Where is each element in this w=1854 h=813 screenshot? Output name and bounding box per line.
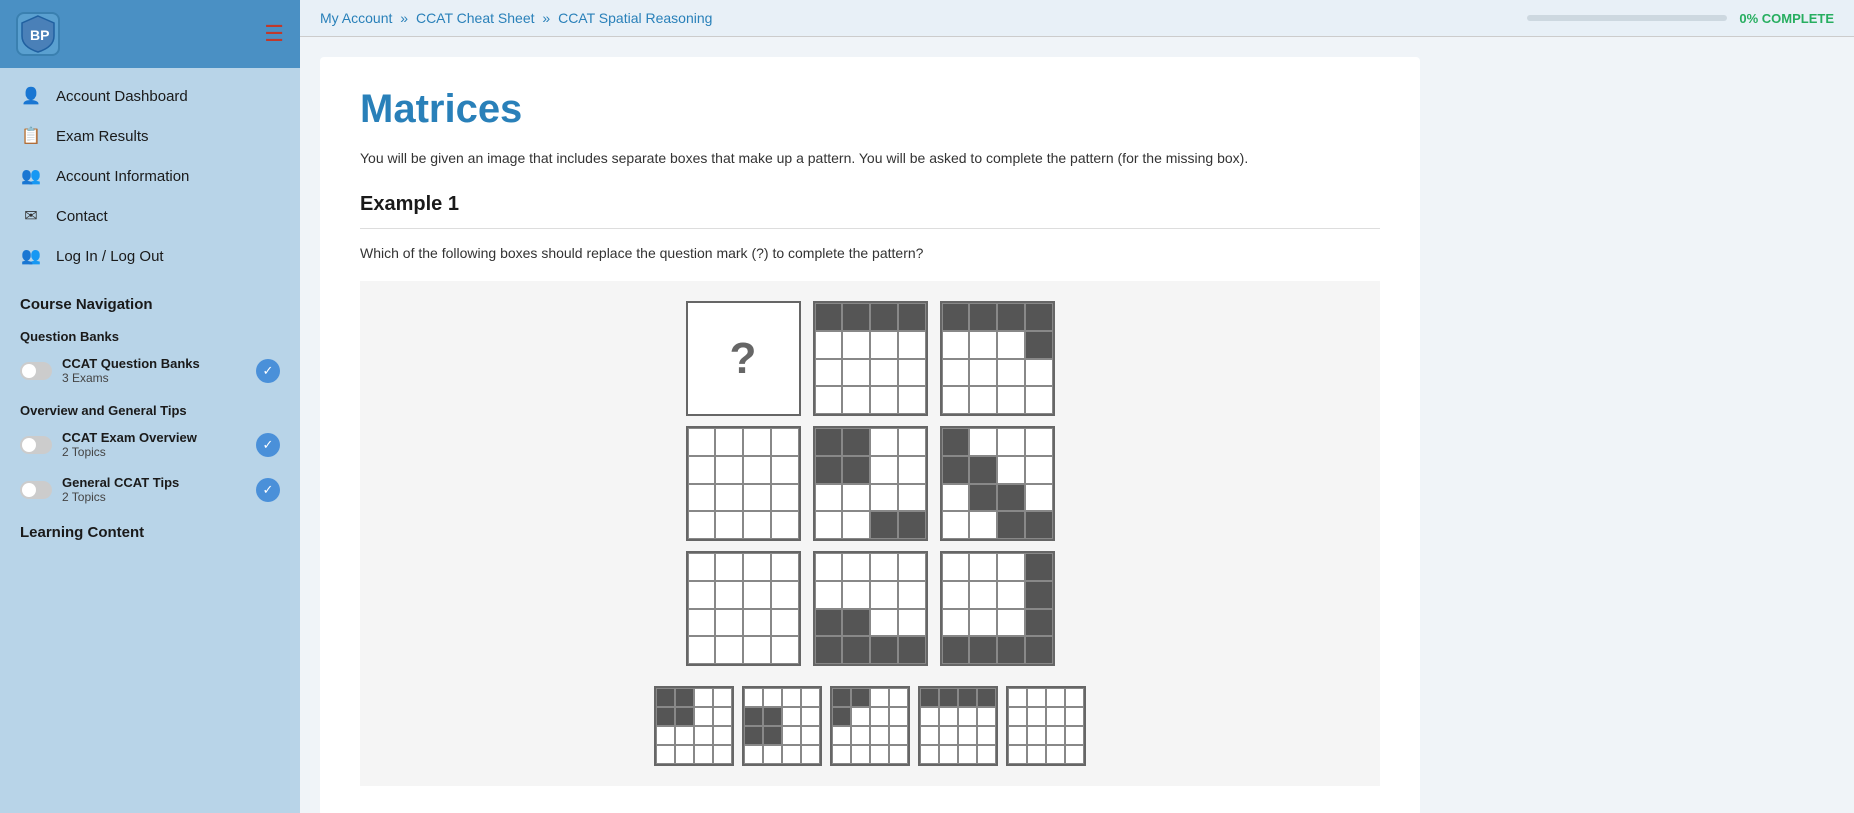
general-ccat-tips-check: ✓ [256, 478, 280, 502]
matrix-mid-row [686, 426, 1055, 541]
matrix-bot-left [686, 551, 801, 666]
course-navigation-title: Course Navigation [0, 284, 300, 319]
matrix-bot-mid [813, 551, 928, 666]
breadcrumb-sep1: » [400, 10, 408, 26]
general-ccat-tips-toggle[interactable] [20, 481, 52, 499]
progress-label: 0% COMPLETE [1739, 11, 1834, 26]
nav-menu: 👤 Account Dashboard 📋 Exam Results 👥 Acc… [0, 68, 300, 284]
page-title: Matrices [360, 87, 1380, 132]
ccat-question-banks-title: CCAT Question Banks [62, 356, 246, 371]
matrix-top-right [940, 301, 1055, 416]
example1-heading: Example 1 [360, 193, 1380, 229]
answer-3-grid [830, 686, 910, 766]
answer-option-5[interactable] [1006, 686, 1086, 766]
logo: BP [16, 12, 60, 56]
overview-title: Overview and General Tips [0, 393, 300, 422]
login-logout-icon: 👥 [20, 246, 42, 266]
account-dashboard-label: Account Dashboard [56, 88, 188, 105]
top-bar: My Account » CCAT Cheat Sheet » CCAT Spa… [300, 0, 1854, 37]
general-ccat-tips-title: General CCAT Tips [62, 475, 246, 490]
answer-option-2[interactable] [742, 686, 822, 766]
ccat-exam-overview-sub: 2 Topics [62, 445, 246, 459]
matrix-mid-mid [813, 426, 928, 541]
matrix-bottom-row [686, 551, 1055, 666]
account-dashboard-icon: 👤 [20, 86, 42, 106]
content-card: Matrices You will be given an image that… [320, 57, 1420, 813]
account-information-label: Account Information [56, 168, 189, 185]
example1-question: Which of the following boxes should repl… [360, 245, 1380, 261]
exam-results-icon: 📋 [20, 126, 42, 146]
main-content: My Account » CCAT Cheat Sheet » CCAT Spa… [300, 0, 1854, 813]
answer-2-grid [742, 686, 822, 766]
matrix-top-row: ? [686, 301, 1055, 416]
exam-results-label: Exam Results [56, 128, 149, 145]
content-area: Matrices You will be given an image that… [300, 37, 1854, 813]
general-ccat-tips-item[interactable]: General CCAT Tips 2 Topics ✓ [0, 467, 300, 512]
breadcrumb-ccat-spatial-reasoning[interactable]: CCAT Spatial Reasoning [558, 10, 712, 26]
contact-icon: ✉ [20, 206, 42, 226]
ccat-exam-overview-title: CCAT Exam Overview [62, 430, 246, 445]
ccat-question-banks-sub: 3 Exams [62, 371, 246, 385]
matrix-bot-right [940, 551, 1055, 666]
learning-content-title: Learning Content [0, 512, 300, 547]
ccat-exam-overview-item[interactable]: CCAT Exam Overview 2 Topics ✓ [0, 422, 300, 467]
progress-area: 0% COMPLETE [1527, 11, 1834, 26]
hamburger-icon[interactable]: ☰ [264, 23, 284, 45]
answer-option-4[interactable] [918, 686, 998, 766]
sidebar-item-exam-results[interactable]: 📋 Exam Results [0, 116, 300, 156]
ccat-question-banks-item[interactable]: CCAT Question Banks 3 Exams ✓ [0, 348, 300, 393]
matrix-mid-right [940, 426, 1055, 541]
sidebar: BP ☰ 👤 Account Dashboard 📋 Exam Results … [0, 0, 300, 813]
breadcrumb-ccat-cheat-sheet[interactable]: CCAT Cheat Sheet [416, 10, 535, 26]
login-logout-label: Log In / Log Out [56, 248, 164, 265]
matrix-container: ? [360, 281, 1380, 786]
sidebar-item-login-logout[interactable]: 👥 Log In / Log Out [0, 236, 300, 276]
sidebar-item-contact[interactable]: ✉ Contact [0, 196, 300, 236]
progress-bar-background [1527, 15, 1727, 21]
matrix-question-cell: ? [686, 301, 801, 416]
breadcrumb-my-account[interactable]: My Account [320, 10, 392, 26]
matrix-top-mid [813, 301, 928, 416]
breadcrumb-sep2: » [542, 10, 550, 26]
answer-options-row [654, 686, 1086, 766]
sidebar-item-account-dashboard[interactable]: 👤 Account Dashboard [0, 76, 300, 116]
content-description: You will be given an image that includes… [360, 148, 1380, 169]
answer-5-grid [1006, 686, 1086, 766]
account-information-icon: 👥 [20, 166, 42, 186]
general-ccat-tips-sub: 2 Topics [62, 490, 246, 504]
sidebar-item-account-information[interactable]: 👥 Account Information [0, 156, 300, 196]
ccat-question-banks-toggle[interactable] [20, 362, 52, 380]
answer-option-3[interactable] [830, 686, 910, 766]
answer-4-grid [918, 686, 998, 766]
sidebar-header: BP ☰ [0, 0, 300, 68]
matrix-mid-left [686, 426, 801, 541]
svg-text:BP: BP [30, 27, 49, 43]
breadcrumb: My Account » CCAT Cheat Sheet » CCAT Spa… [320, 10, 712, 26]
contact-label: Contact [56, 208, 108, 225]
answer-option-1[interactable] [654, 686, 734, 766]
ccat-question-banks-check: ✓ [256, 359, 280, 383]
ccat-exam-overview-check: ✓ [256, 433, 280, 457]
question-banks-title: Question Banks [0, 319, 300, 348]
answer-1-grid [654, 686, 734, 766]
ccat-exam-overview-toggle[interactable] [20, 436, 52, 454]
